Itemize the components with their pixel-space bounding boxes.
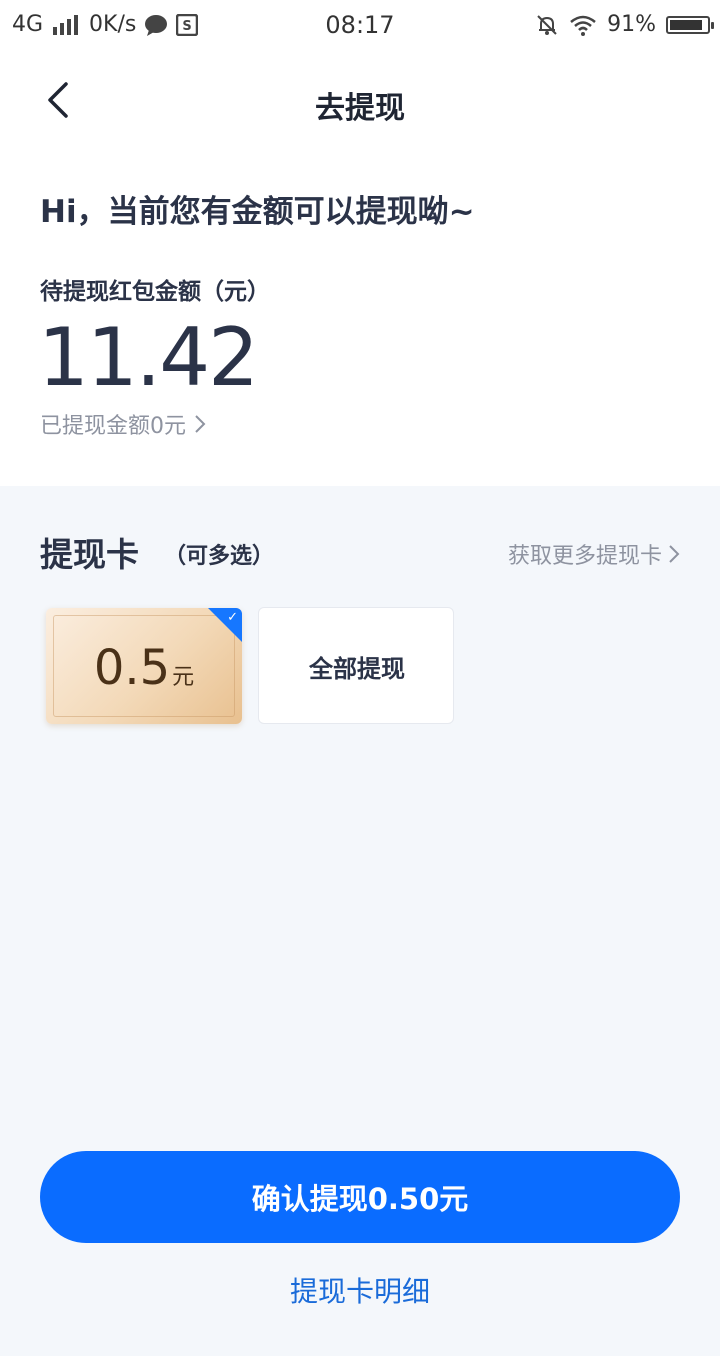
confirm-withdraw-button[interactable]: 确认提现0.50元 xyxy=(40,1151,680,1243)
withdraw-all-card[interactable]: 全部提现 xyxy=(258,607,454,724)
card-detail-link[interactable]: 提现卡明细 xyxy=(0,1270,720,1310)
withdraw-all-label: 全部提现 xyxy=(309,655,405,683)
status-bar: 4G 0K/s S 08:17 91% xyxy=(0,0,720,50)
page-title: 去提现 xyxy=(315,91,405,126)
battery-percent: 91% xyxy=(607,12,656,37)
section-title: 提现卡 xyxy=(40,535,139,574)
wifi-icon xyxy=(570,15,596,36)
card-value: 0.5元 xyxy=(46,640,242,696)
withdrawn-link[interactable]: 已提现金额0元 xyxy=(40,408,206,440)
mute-bell-icon xyxy=(537,15,557,35)
get-more-cards-link[interactable]: 获取更多提现卡 xyxy=(508,538,680,570)
card-amount: 0.5 xyxy=(93,640,171,696)
chevron-right-icon xyxy=(195,415,206,433)
greeting-text: Hi，当前您有金额可以提现呦~ xyxy=(40,194,475,230)
section-subtitle: （可多选） xyxy=(164,544,275,569)
battery-level xyxy=(670,20,703,30)
withdraw-card-0-5[interactable]: 0.5元 ✓ xyxy=(46,608,242,724)
get-more-cards-text: 获取更多提现卡 xyxy=(507,544,662,569)
balance-amount: 11.42 xyxy=(38,311,259,404)
nav-bar: 去提现 xyxy=(0,50,720,150)
balance-label: 待提现红包金额（元） xyxy=(40,279,270,305)
withdrawn-text: 已提现金额0元 xyxy=(40,414,186,439)
checkmark-icon: ✓ xyxy=(227,610,238,625)
battery-icon xyxy=(666,16,714,34)
card-unit: 元 xyxy=(172,665,195,690)
chevron-right-icon xyxy=(669,545,680,563)
status-right: 91% xyxy=(535,11,714,39)
